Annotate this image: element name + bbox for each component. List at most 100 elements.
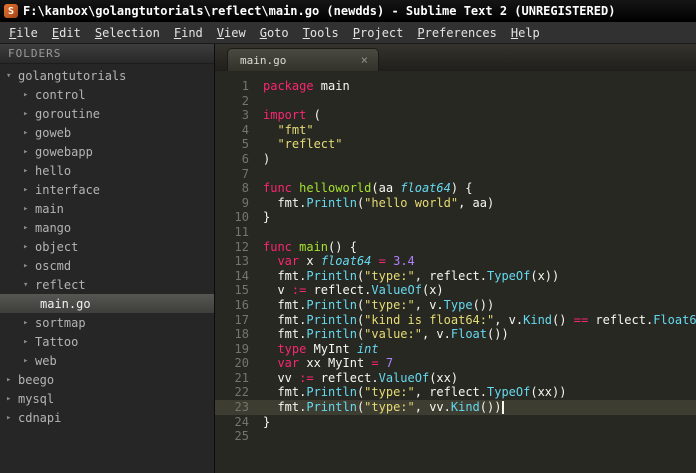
expand-arrow-icon[interactable]: ▸ (23, 318, 35, 328)
line-content: fmt.Println("type:", v.Type()) (263, 297, 495, 312)
line-content: func helloworld(aa float64) { (263, 181, 473, 196)
code-editor[interactable]: 1 package main 2 3 import (4 "fmt" 5 "reflect… (215, 71, 696, 473)
code-line-18[interactable]: 18 fmt.Println("value:", v.Float()) (215, 327, 696, 342)
folder-gowebapp[interactable]: ▸ gowebapp (0, 142, 214, 161)
line-content: fmt.Println("type:", vv.Kind()) (249, 400, 505, 415)
file-main.go[interactable]: main.go (0, 294, 214, 313)
code-line-25[interactable]: 25 (215, 429, 696, 444)
expand-arrow-icon[interactable]: ▸ (23, 166, 35, 176)
title-bar: S F:\kanbox\golangtutorials\reflect\main… (0, 0, 696, 22)
code-line-20[interactable]: 20 var xx MyInt = 7 (215, 356, 696, 371)
line-content: fmt.Println("type:", reflect.TypeOf(x)) (263, 268, 560, 283)
line-content: } (263, 210, 271, 225)
expand-arrow-icon[interactable]: ▸ (23, 261, 35, 271)
menu-find[interactable]: Find (167, 22, 210, 43)
folder-web[interactable]: ▸ web (0, 351, 214, 370)
expand-arrow-icon[interactable]: ▸ (6, 413, 18, 423)
folder-goroutine[interactable]: ▸ goroutine (0, 104, 214, 123)
line-content: } (263, 414, 271, 429)
expand-arrow-icon[interactable]: ▸ (23, 204, 35, 214)
line-content (249, 429, 263, 444)
menu-edit[interactable]: Edit (45, 22, 88, 43)
code-line-2[interactable]: 2 (215, 94, 696, 109)
folder-tattoo[interactable]: ▸ Tattoo (0, 332, 214, 351)
collapse-arrow-icon[interactable]: ▾ (23, 280, 35, 290)
text-cursor (502, 401, 505, 415)
expand-arrow-icon[interactable]: ▸ (23, 356, 35, 366)
code-line-7[interactable]: 7 (215, 167, 696, 182)
code-line-16[interactable]: 16 fmt.Println("type:", v.Type()) (215, 298, 696, 313)
expand-arrow-icon[interactable]: ▸ (23, 185, 35, 195)
expand-arrow-icon[interactable]: ▸ (23, 109, 35, 119)
code-line-1[interactable]: 1 package main (215, 79, 696, 94)
menu-help[interactable]: Help (504, 22, 547, 43)
code-line-21[interactable]: 21 vv := reflect.ValueOf(xx) (215, 371, 696, 386)
code-line-13[interactable]: 13 var x float64 = 3.4 (215, 254, 696, 269)
folder-beego[interactable]: ▸ beego (0, 370, 214, 389)
code-line-3[interactable]: 3 import ( (215, 108, 696, 123)
code-line-5[interactable]: 5 "reflect" (215, 137, 696, 152)
code-line-22[interactable]: 22 fmt.Println("type:", reflect.TypeOf(x… (215, 385, 696, 400)
line-number: 1 (241, 79, 249, 93)
line-number: 11 (234, 224, 249, 239)
line-number: 5 (241, 137, 249, 152)
code-line-11[interactable]: 11 (215, 225, 696, 240)
collapse-arrow-icon[interactable]: ▾ (6, 71, 18, 81)
tree-item-label: mango (35, 220, 72, 235)
sublime-app-icon: S (4, 4, 18, 18)
line-number: 10 (234, 210, 249, 225)
folder-goweb[interactable]: ▸ goweb (0, 123, 214, 142)
code-line-24[interactable]: 24} (215, 415, 696, 430)
folder-cdnapi[interactable]: ▸ cdnapi (0, 408, 214, 427)
line-content: "fmt" (277, 122, 314, 137)
expand-arrow-icon[interactable]: ▸ (6, 375, 18, 385)
code-line-14[interactable]: 14 fmt.Println("type:", reflect.TypeOf(x… (215, 269, 696, 284)
menu-goto[interactable]: Goto (253, 22, 296, 43)
folder-hello[interactable]: ▸ hello (0, 161, 214, 180)
code-line-15[interactable]: 15 v := reflect.ValueOf(x) (215, 283, 696, 298)
code-line-8[interactable]: 8 func helloworld(aa float64) { (215, 181, 696, 196)
folder-oscmd[interactable]: ▸ oscmd (0, 256, 214, 275)
tree-item-label: beego (18, 372, 55, 387)
line-number: 23 (234, 400, 249, 415)
folders-header: FOLDERS (0, 44, 214, 64)
expand-arrow-icon[interactable]: ▸ (6, 394, 18, 404)
menu-selection[interactable]: Selection (88, 22, 167, 43)
folder-interface[interactable]: ▸ interface (0, 180, 214, 199)
expand-arrow-icon[interactable]: ▸ (23, 337, 35, 347)
code-line-9[interactable]: 9 fmt.Println("hello world", aa) (215, 196, 696, 211)
folder-sortmap[interactable]: ▸ sortmap (0, 313, 214, 332)
code-line-4[interactable]: 4 "fmt" (215, 123, 696, 138)
folder-mysql[interactable]: ▸ mysql (0, 389, 214, 408)
expand-arrow-icon[interactable]: ▸ (23, 90, 35, 100)
code-line-17[interactable]: 17 fmt.Println("kind is float64:", v.Kin… (215, 313, 696, 328)
sublime-text-window: S F:\kanbox\golangtutorials\reflect\main… (0, 0, 696, 473)
menu-project[interactable]: Project (346, 22, 411, 43)
menu-preferences[interactable]: Preferences (410, 22, 503, 43)
folder-mango[interactable]: ▸ mango (0, 218, 214, 237)
code-line-23[interactable]: 23 fmt.Println("type:", vv.Kind()) (215, 400, 696, 415)
tree-item-label: control (35, 87, 86, 102)
menu-tools[interactable]: Tools (296, 22, 346, 43)
code-line-19[interactable]: 19 type MyInt int (215, 342, 696, 357)
folder-control[interactable]: ▸ control (0, 85, 214, 104)
line-number: 8 (241, 181, 249, 196)
folder-reflect[interactable]: ▾ reflect (0, 275, 214, 294)
tab-close-icon[interactable]: × (359, 54, 370, 66)
code-line-10[interactable]: 10} (215, 210, 696, 225)
folder-object[interactable]: ▸ object (0, 237, 214, 256)
folder-golangtutorials[interactable]: ▾ golangtutorials (0, 66, 214, 85)
code-line-12[interactable]: 12 func main() { (215, 240, 696, 255)
expand-arrow-icon[interactable]: ▸ (23, 242, 35, 252)
folder-main[interactable]: ▸ main (0, 199, 214, 218)
expand-arrow-icon[interactable]: ▸ (23, 223, 35, 233)
menu-file[interactable]: File (2, 22, 45, 43)
tab-main-go[interactable]: main.go × (227, 48, 379, 71)
expand-arrow-icon[interactable]: ▸ (23, 147, 35, 157)
menu-view[interactable]: View (210, 22, 253, 43)
window-title: F:\kanbox\golangtutorials\reflect\main.g… (23, 4, 616, 18)
line-number: 18 (234, 327, 249, 342)
line-number: 21 (234, 370, 249, 385)
code-line-6[interactable]: 6) (215, 152, 696, 167)
expand-arrow-icon[interactable]: ▸ (23, 128, 35, 138)
